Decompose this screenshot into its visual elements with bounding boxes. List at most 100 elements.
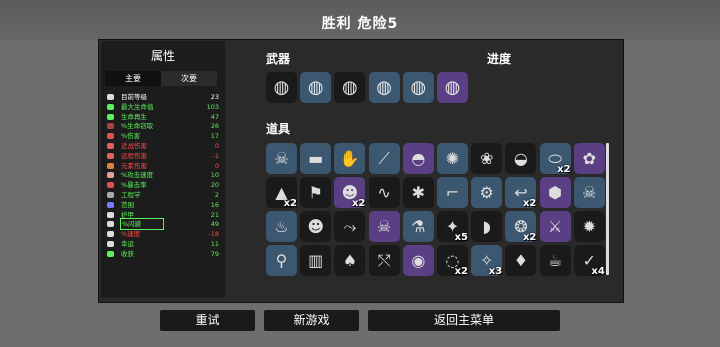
stat-row[interactable]: 范围 16 [107,200,219,210]
potion-icon: ⚗ [411,217,426,236]
item-slot[interactable]: ▬ [300,143,332,174]
item-quantity: x2 [351,198,366,209]
item-slot[interactable]: ✱ [402,177,434,208]
item-slot[interactable]: ⚲ [266,245,297,276]
item-slot[interactable]: ☠ [368,211,400,242]
item-slot[interactable]: ✺ [437,143,468,174]
item-slot[interactable]: ⤳ [334,211,366,242]
stat-row[interactable]: %暴击率 20 [107,180,219,190]
stat-value: 0 [214,161,219,170]
stat-row[interactable]: 幸运 11 [107,239,219,249]
items-scrollbar[interactable] [606,143,609,275]
item-slot[interactable]: ▲ x2 [266,177,297,209]
stat-row[interactable]: 近战伤害 0 [107,141,219,151]
item-slot[interactable]: ☻ x2 [334,177,366,209]
item-slot[interactable]: ⬢ [539,177,571,208]
item-slot[interactable]: ◓ [402,143,434,174]
weapon-slot[interactable]: ◍ [300,72,332,103]
stat-label: %伤害 [121,132,141,141]
item-slot[interactable]: ❀ [471,143,503,174]
item-slot[interactable]: ✿ [573,143,605,174]
weapon-slot[interactable]: ◍ [368,72,400,103]
stat-row[interactable]: 最大生命值 103 [107,102,219,112]
new-game-button[interactable]: 新游戏 [264,310,359,331]
stat-row[interactable]: 元素伤害 0 [107,161,219,171]
stat-row[interactable]: 收获 79 [107,249,219,259]
item-slot[interactable]: ✧ x3 [471,245,503,277]
item-slot[interactable]: ◌ x2 [437,245,468,277]
item-slot[interactable]: ⚗ [402,211,434,242]
stat-row[interactable]: 护甲 21 [107,210,219,220]
stat-value: 79 [210,249,219,258]
stat-row[interactable]: 生命再生 47 [107,112,219,122]
item-slot[interactable]: ❂ x2 [505,211,537,243]
blood-slash-icon: ⚔ [547,217,563,236]
item-quantity: x2 [283,198,297,209]
glove-icon: ✋ [339,149,360,168]
item-slot[interactable]: ∿ [368,177,400,208]
skull-ghost-icon: ☠ [582,183,597,202]
item-slot[interactable]: ♠ [334,245,366,276]
stat-label: 工程学 [121,191,141,199]
item-slot[interactable]: ♦ [505,245,537,276]
stat-row[interactable]: 目前等级 23 [107,92,219,102]
item-slot[interactable]: ⚙ [471,177,503,208]
item-slot[interactable]: ✓ x4 [573,245,605,277]
bandage-icon: ⟋ [378,149,390,168]
jar-icon: ▥ [308,251,324,270]
flag-icon: ⚑ [308,183,323,202]
stat-row[interactable]: %攻击速度 10 [107,170,219,180]
stat-row[interactable]: %生命窃取 26 [107,121,219,131]
item-slot[interactable]: ◗ [471,211,503,242]
stat-row[interactable]: 工程学 2 [107,190,219,200]
tab-secondary[interactable]: 次要 [161,71,217,86]
lifesteal-icon [107,123,114,130]
stat-label: 收获 [121,249,134,258]
stat-value: -18 [208,230,219,239]
feather-icon: ♦ [513,251,529,270]
retry-button[interactable]: 重试 [160,310,255,331]
cauldron-icon: ◉ [411,251,426,270]
item-slot[interactable]: ♨ [266,211,297,242]
stat-row[interactable]: 远程伤害 -1 [107,151,219,161]
tab-primary[interactable]: 主要 [105,71,161,86]
progress-title: 进度 [487,52,512,66]
item-slot[interactable]: ✦ x5 [437,211,468,243]
item-slot[interactable]: ⤲ [368,245,400,276]
weapon-slot[interactable]: ◍ [266,72,297,103]
item-slot[interactable]: ☻ [300,211,332,242]
stat-row[interactable]: %伤害 17 [107,131,219,141]
stat-row[interactable]: %闪避 49 [107,218,219,231]
item-slot[interactable]: ⌐ [437,177,468,208]
item-slot[interactable]: ◉ [402,245,434,276]
weapon-slot[interactable]: ◍ [334,72,366,103]
green-drop-icon: ⚲ [275,251,288,270]
page-title: 胜利 危险5 [321,16,399,32]
stat-value: 2 [214,191,219,199]
item-slot[interactable]: ▥ [300,245,332,276]
stat-row[interactable]: %速度 -18 [107,229,219,239]
item-slot[interactable]: ✋ [334,143,366,174]
item-slot[interactable]: ⬭ x2 [539,143,571,175]
item-slot[interactable]: ☠ [573,177,605,208]
item-slot[interactable]: ◒ [505,143,537,174]
stat-value: 21 [210,210,219,219]
weapons-title: 武器 [266,52,291,66]
item-slot[interactable]: ⚑ [300,177,332,208]
robot-icon: ⚙ [479,183,494,202]
item-slot[interactable]: ✹ [573,211,605,242]
campfire-icon: ♨ [274,217,289,236]
shield-weapon-icon: ◍ [376,77,392,98]
weapon-slot[interactable]: ◍ [437,72,468,103]
weapon-slot[interactable]: ◍ [402,72,434,103]
main-menu-button[interactable]: 返回主菜单 [368,310,560,331]
stat-value: 11 [210,240,219,248]
item-slot[interactable]: ↩ x2 [505,177,537,209]
item-slot[interactable]: ⟋ [368,143,400,174]
item-slot[interactable]: ☕ [539,245,571,276]
stats-panel: 属性 主要 次要 目前等级 23 最大生命值 103 生命再生 47 %生命窃取 26 %伤害 1… [101,41,225,298]
item-slot[interactable]: ⚔ [539,211,571,242]
item-slot[interactable]: ☠ [266,143,297,174]
shield-weapon-icon: ◍ [273,77,290,98]
fish-bone-icon: ⤳ [343,217,357,236]
